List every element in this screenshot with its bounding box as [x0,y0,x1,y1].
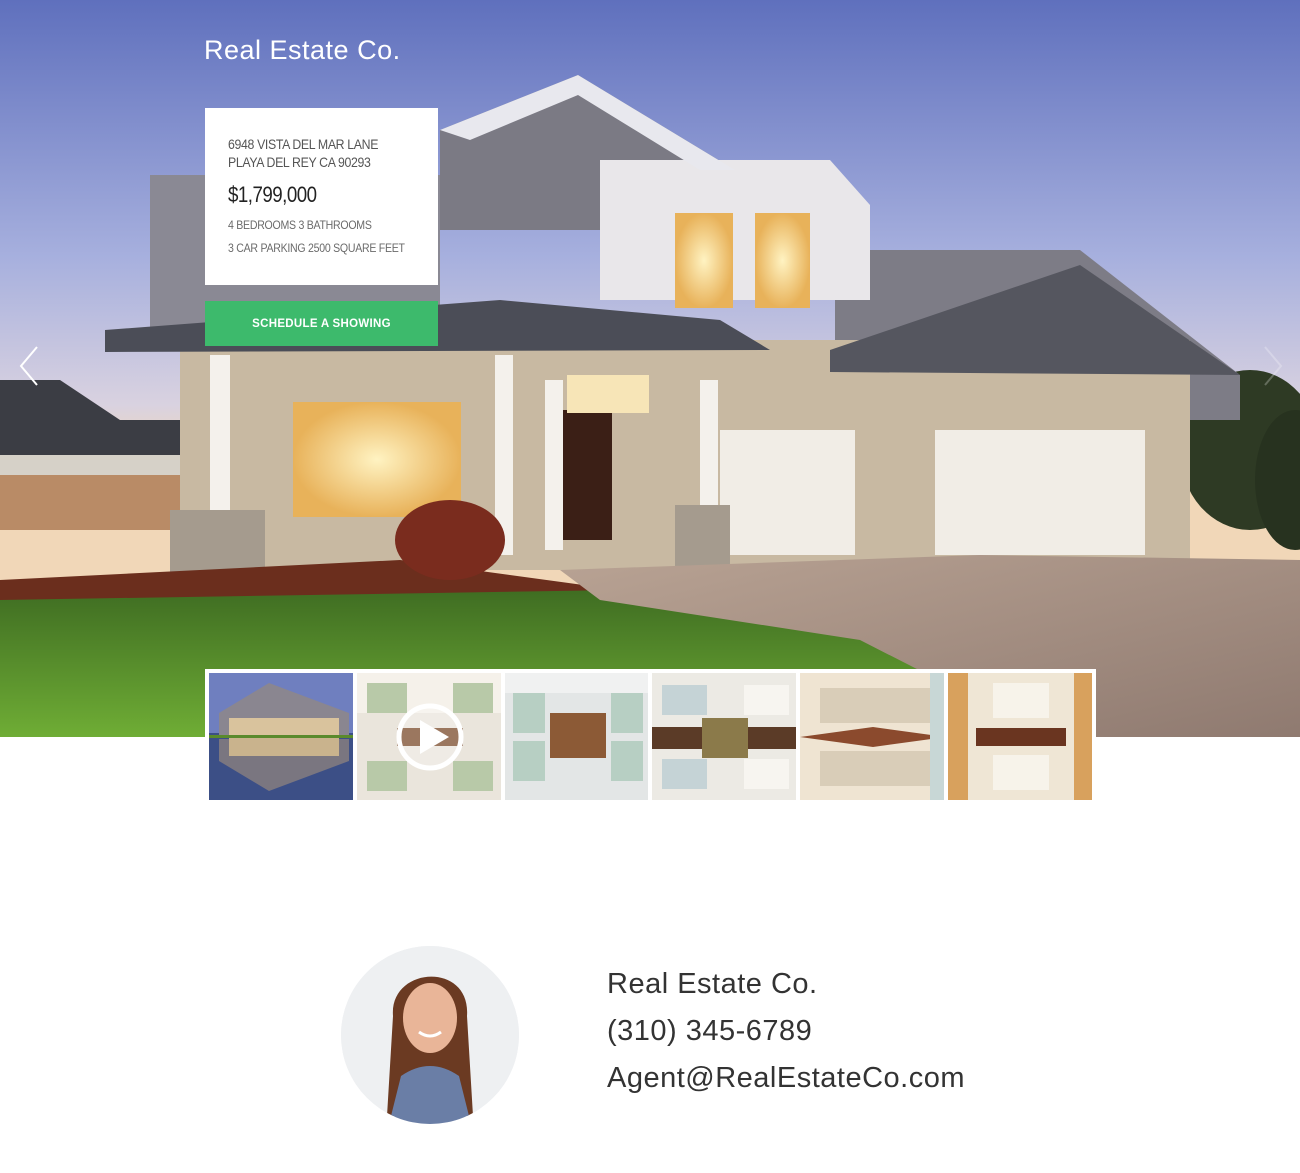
listing-price: $1,799,000 [228,182,317,207]
listing-details-parking: 3 CAR PARKING 2500 SQUARE FEET [228,241,405,255]
listing-details-rooms: 4 BEDROOMS 3 BATHROOMS [228,218,372,232]
agent-contact: Real Estate Co. (310) 345-6789 Agent@Rea… [607,961,965,1102]
gallery-thumbnail-dining[interactable] [948,673,1092,800]
hero-banner [0,0,1300,737]
gallery-thumbnail-kitchen[interactable] [504,673,649,800]
address-line-2: PLAYA DEL REY CA 90293 [228,154,371,170]
address-line-1: 6948 VISTA DEL MAR LANE [228,136,379,152]
brand-logo-text[interactable]: Real Estate Co. [204,35,401,66]
gallery-thumbnail-bedroom[interactable] [800,673,945,800]
next-slide-arrow-icon[interactable] [1262,345,1284,387]
previous-slide-arrow-icon[interactable] [18,345,40,387]
agent-phone[interactable]: (310) 345-6789 [607,1008,965,1055]
agent-company: Real Estate Co. [607,968,818,1000]
gallery-thumbnail-exterior[interactable] [209,673,353,800]
play-icon[interactable] [357,673,501,800]
gallery-thumbnail-living-room[interactable] [652,673,797,800]
agent-avatar [341,946,519,1124]
schedule-showing-button[interactable]: SCHEDULE A SHOWING [205,301,438,346]
agent-email[interactable]: Agent@RealEstateCo.com [607,1055,965,1102]
house-photo [0,0,1300,737]
photo-gallery-strip [205,669,1096,805]
listing-card: 6948 VISTA DEL MAR LANE PLAYA DEL REY CA… [205,108,438,285]
gallery-thumbnail-video[interactable] [356,673,501,800]
